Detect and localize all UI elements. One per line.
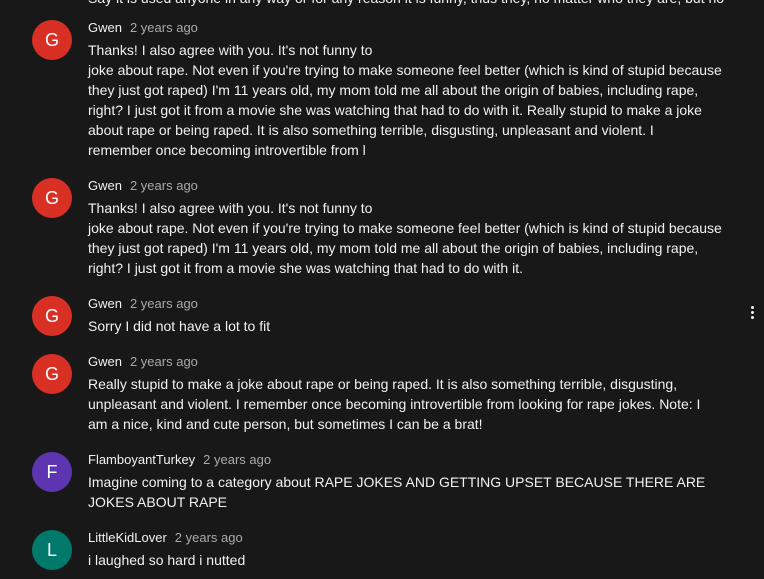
comment-line: am a nice, kind and cute person, but som… [88, 416, 483, 432]
comment-header: FlamboyantTurkey 2 years ago [88, 452, 271, 470]
comment-line: Sorry I did not have a lot to fit [88, 318, 271, 334]
avatar[interactable]: G [32, 20, 72, 60]
comment-timestamp[interactable]: 2 years ago [130, 20, 198, 35]
menu-dot [750, 310, 754, 314]
author-name[interactable]: Gwen [88, 20, 122, 35]
author-name[interactable]: FlamboyantTurkey [88, 452, 195, 467]
comment-header: Gwen 2 years ago [88, 296, 198, 314]
more-vertical-icon[interactable] [744, 302, 760, 322]
comment-text: i laughed so hard i nutted [88, 550, 740, 570]
comment-header: Gwen 2 years ago [88, 20, 198, 38]
comment-line: joke about rape. Not even if you're tryi… [88, 62, 722, 78]
comment-line: right? I just got it from a movie she wa… [88, 260, 523, 276]
comment-line: remember once becoming introvertible fro… [88, 142, 366, 158]
comment-header: Gwen 2 years ago [88, 354, 198, 372]
author-name[interactable]: Gwen [88, 296, 122, 311]
comment-line: Imagine coming to a category about RAPE … [88, 474, 706, 490]
clipped-comment-text: Say it is used anyone in any way or for … [88, 0, 738, 8]
comment-line: JOKES ABOUT RAPE [88, 494, 228, 510]
comment-line: they just got raped) I'm 11 years old, m… [88, 240, 699, 256]
comment-timestamp[interactable]: 2 years ago [130, 354, 198, 369]
comment-text: Sorry I did not have a lot to fit [88, 316, 740, 336]
comment-line: Thanks! I also agree with you. It's not … [88, 200, 373, 216]
avatar[interactable]: G [32, 296, 72, 336]
comment-timestamp[interactable]: 2 years ago [130, 178, 198, 193]
comment-header: LittleKidLover 2 years ago [88, 530, 243, 548]
comment-timestamp[interactable]: 2 years ago [175, 530, 243, 545]
comment-line: Really stupid to make a joke about rape … [88, 376, 678, 392]
author-name[interactable]: Gwen [88, 354, 122, 369]
menu-dot [750, 305, 754, 309]
comment-line: right? I just got it from a movie she wa… [88, 102, 702, 118]
comment-text: Thanks! I also agree with you. It's not … [88, 40, 740, 160]
comment-line: about rape or being raped. It is also so… [88, 122, 654, 138]
comment-header: Gwen 2 years ago [88, 178, 198, 196]
comment-line: Thanks! I also agree with you. It's not … [88, 42, 373, 58]
comment-text: Really stupid to make a joke about rape … [88, 374, 740, 434]
menu-dot [750, 315, 754, 319]
comment-line: joke about rape. Not even if you're tryi… [88, 220, 722, 236]
avatar[interactable]: G [32, 178, 72, 218]
avatar[interactable]: G [32, 354, 72, 394]
avatar[interactable]: F [32, 452, 72, 492]
comment-line: unpleasant and violent. I remember once … [88, 396, 701, 412]
comment-line: i laughed so hard i nutted [88, 552, 246, 568]
author-name[interactable]: LittleKidLover [88, 530, 167, 545]
comment-text: Imagine coming to a category about RAPE … [88, 472, 740, 512]
comment-timestamp[interactable]: 2 years ago [203, 452, 271, 467]
comment-line: they just got raped) I'm 11 years old, m… [88, 82, 699, 98]
comment-timestamp[interactable]: 2 years ago [130, 296, 198, 311]
comment-text: Thanks! I also agree with you. It's not … [88, 198, 740, 278]
author-name[interactable]: Gwen [88, 178, 122, 193]
avatar[interactable]: L [32, 530, 72, 570]
